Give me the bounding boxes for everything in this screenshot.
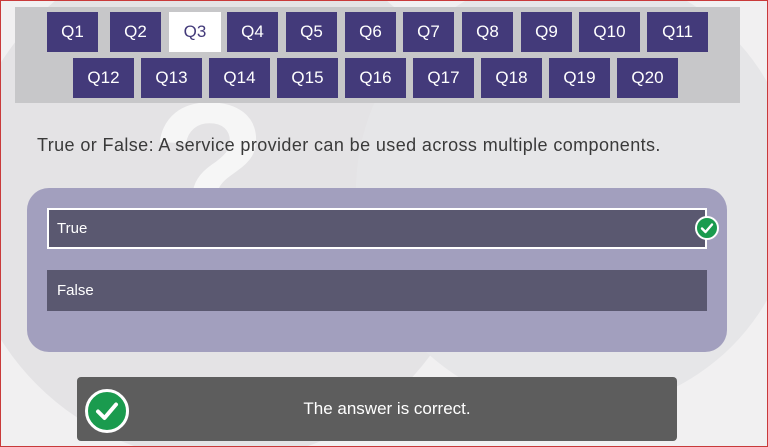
answer-options-panel: True False: [27, 188, 727, 352]
question-tab-q7[interactable]: Q7: [403, 12, 454, 52]
question-tab-q5[interactable]: Q5: [286, 12, 337, 52]
question-tab-q3[interactable]: Q3: [169, 12, 221, 52]
check-circle-icon: [695, 216, 719, 240]
question-tab-q4[interactable]: Q4: [227, 12, 278, 52]
question-text: True or False: A service provider can be…: [37, 135, 661, 155]
question-navigation: Q1 Q2 Q3 Q4 Q5 Q6 Q7 Q8 Q9 Q10 Q11 Q12 Q…: [15, 7, 740, 103]
question-tab-q18[interactable]: Q18: [481, 58, 542, 98]
question-tab-q15[interactable]: Q15: [277, 58, 338, 98]
answer-option-false[interactable]: False: [47, 270, 707, 311]
question-tab-q19[interactable]: Q19: [549, 58, 610, 98]
answer-option-true[interactable]: True: [47, 208, 707, 249]
answer-option-label: False: [57, 282, 94, 299]
question-tab-q1[interactable]: Q1: [47, 12, 98, 52]
question-tab-q14[interactable]: Q14: [209, 58, 270, 98]
check-circle-icon: [85, 389, 129, 433]
question-tab-q9[interactable]: Q9: [521, 12, 572, 52]
question-tab-q20[interactable]: Q20: [617, 58, 678, 98]
question-tab-q12[interactable]: Q12: [73, 58, 134, 98]
question-tab-q2[interactable]: Q2: [110, 12, 161, 52]
question-tab-q17[interactable]: Q17: [413, 58, 474, 98]
question-tab-q6[interactable]: Q6: [345, 12, 396, 52]
feedback-message: The answer is correct.: [303, 399, 471, 418]
question-tab-q8[interactable]: Q8: [462, 12, 513, 52]
question-tab-q16[interactable]: Q16: [345, 58, 406, 98]
question-tab-q10[interactable]: Q10: [579, 12, 640, 52]
question-tab-q13[interactable]: Q13: [141, 58, 202, 98]
question-tab-q11[interactable]: Q11: [647, 12, 708, 52]
answer-option-label: True: [57, 220, 88, 237]
feedback-banner: The answer is correct.: [77, 377, 677, 441]
